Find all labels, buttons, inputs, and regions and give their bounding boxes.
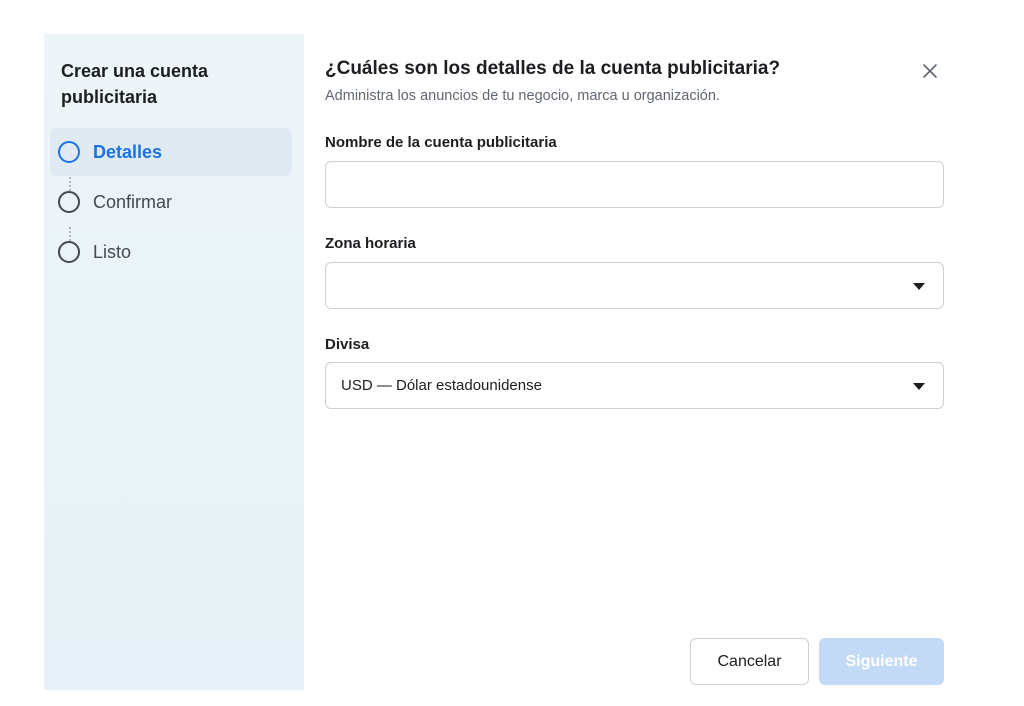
currency-select[interactable]: USD — Dólar estadounidense (325, 362, 944, 409)
dialog-main: ¿Cuáles son los detalles de la cuenta pu… (325, 34, 945, 690)
caret-down-icon (913, 283, 925, 290)
dialog-title: ¿Cuáles son los detalles de la cuenta pu… (325, 58, 781, 79)
dialog-subtitle: Administra los anuncios de tu negocio, m… (325, 88, 720, 104)
step-details[interactable]: Detalles (50, 128, 292, 176)
cancel-button[interactable]: Cancelar (690, 638, 809, 685)
caret-down-icon (913, 383, 925, 390)
step-done[interactable]: Listo (50, 228, 292, 276)
sidebar: Crear una cuenta publicitaria Detalles C… (44, 34, 304, 690)
step-circle-icon (58, 241, 80, 263)
step-label: Detalles (93, 141, 163, 162)
close-button[interactable] (915, 56, 945, 86)
step-label: Confirmar (93, 191, 173, 212)
step-confirm[interactable]: Confirmar (50, 178, 292, 226)
sidebar-title: Crear una cuenta publicitaria (61, 61, 209, 107)
step-label: Listo (93, 241, 132, 262)
account-name-field-wrapper (325, 161, 944, 208)
timezone-label: Zona horaria (325, 235, 416, 252)
account-name-label: Nombre de la cuenta publicitaria (325, 134, 557, 151)
account-name-input[interactable] (326, 162, 943, 207)
step-circle-icon (58, 141, 80, 163)
step-circle-icon (58, 191, 80, 213)
currency-label: Divisa (325, 336, 370, 353)
next-button[interactable]: Siguiente (819, 638, 944, 685)
timezone-select[interactable] (325, 262, 944, 309)
close-icon (923, 64, 937, 78)
currency-value: USD — Dólar estadounidense (341, 377, 542, 394)
